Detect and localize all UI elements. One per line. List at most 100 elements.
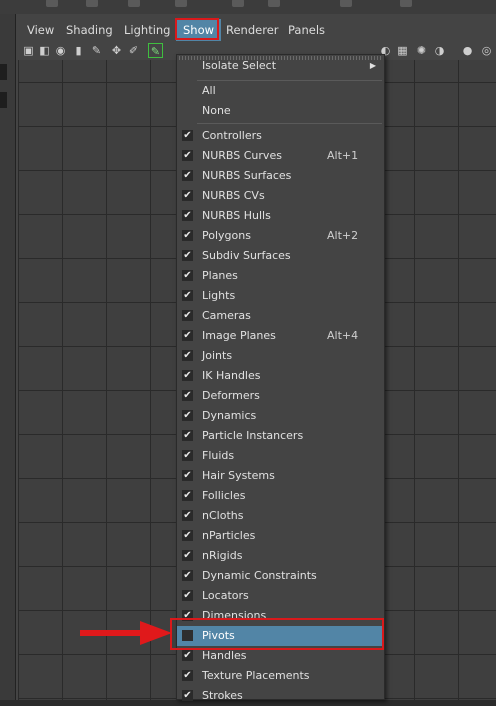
checkmark-icon[interactable]: ✔ bbox=[182, 650, 193, 661]
top-toolbar-icon[interactable] bbox=[400, 0, 412, 7]
menu-item-nurbs-surfaces[interactable]: ✔ NURBS Surfaces bbox=[177, 166, 384, 186]
submenu-arrow-icon: ▶ bbox=[369, 61, 376, 70]
camera-icon[interactable]: ▣ bbox=[21, 43, 36, 58]
menu-item-strokes[interactable]: ✔ Strokes bbox=[177, 686, 384, 706]
checkmark-icon[interactable]: ✔ bbox=[182, 230, 193, 241]
panel-menubar: View Shading Lighting Show Renderer Pane… bbox=[16, 19, 496, 41]
checkmark-icon[interactable]: ✔ bbox=[182, 130, 193, 141]
bookmark-icon[interactable]: ▮ bbox=[71, 43, 86, 58]
menu-item-label: Isolate Select bbox=[202, 59, 277, 72]
checkmark-icon[interactable]: ✔ bbox=[182, 530, 193, 541]
menu-item-planes[interactable]: ✔ Planes bbox=[177, 266, 384, 286]
top-toolbar-icon[interactable] bbox=[128, 0, 140, 7]
checkmark-icon[interactable]: ✔ bbox=[182, 250, 193, 261]
checkmark-icon[interactable]: ✔ bbox=[182, 270, 193, 281]
menu-item-nparticles[interactable]: ✔ nParticles bbox=[177, 526, 384, 546]
menu-lighting[interactable]: Lighting bbox=[117, 19, 177, 41]
menu-item-nurbs-curves[interactable]: ✔ NURBS Curves Alt+1 bbox=[177, 146, 384, 166]
checkmark-icon[interactable]: ✔ bbox=[182, 570, 193, 581]
menu-item-dynamic-constraints[interactable]: ✔ Dynamic Constraints bbox=[177, 566, 384, 586]
menu-item-shortcut: Alt+1 bbox=[327, 149, 359, 162]
transform-icon[interactable]: ✥ bbox=[109, 43, 124, 58]
menu-item-nrigids[interactable]: ✔ nRigids bbox=[177, 546, 384, 566]
menu-item-subdiv-surfaces[interactable]: ✔ Subdiv Surfaces bbox=[177, 246, 384, 266]
checkmark-icon[interactable]: ✔ bbox=[182, 350, 193, 361]
menu-item-nurbs-hulls[interactable]: ✔ NURBS Hulls bbox=[177, 206, 384, 226]
checkmark-icon[interactable]: ✔ bbox=[182, 470, 193, 481]
menu-item-all[interactable]: All bbox=[177, 81, 384, 101]
left-side-strip bbox=[0, 14, 16, 700]
show-menu-dropdown: Isolate Select ▶ All None ✔ Controllers ✔ N… bbox=[176, 54, 385, 702]
menu-item-deformers[interactable]: ✔ Deformers bbox=[177, 386, 384, 406]
checkmark-icon[interactable]: ✔ bbox=[182, 170, 193, 181]
checker-icon[interactable]: ▦ bbox=[395, 43, 410, 58]
grease-pencil-icon[interactable]: ✐ bbox=[126, 43, 141, 58]
checkmark-icon[interactable]: ✔ bbox=[182, 510, 193, 521]
top-toolbar-icon[interactable] bbox=[46, 0, 58, 7]
checkmark-icon[interactable]: ✔ bbox=[182, 210, 193, 221]
menu-item-shortcut: Alt+4 bbox=[327, 329, 359, 342]
side-tab[interactable] bbox=[0, 92, 7, 108]
checkmark-icon[interactable]: ✔ bbox=[182, 330, 193, 341]
menu-item-nurbs-cvs[interactable]: ✔ NURBS CVs bbox=[177, 186, 384, 206]
checkmark-icon[interactable]: ✔ bbox=[182, 690, 193, 701]
window-top-strip bbox=[0, 0, 496, 14]
light-icon[interactable]: ✺ bbox=[414, 43, 429, 58]
menu-item-follicles[interactable]: ✔ Follicles bbox=[177, 486, 384, 506]
grease-pencil-active-icon[interactable]: ✎ bbox=[148, 43, 163, 58]
menu-item-lights[interactable]: ✔ Lights bbox=[177, 286, 384, 306]
checkmark-icon[interactable]: ✔ bbox=[182, 430, 193, 441]
menu-shading[interactable]: Shading bbox=[59, 19, 120, 41]
menu-view[interactable]: View bbox=[20, 19, 61, 41]
menu-item-texture-placements[interactable]: ✔ Texture Placements bbox=[177, 666, 384, 686]
checkmark-icon[interactable]: ✔ bbox=[182, 490, 193, 501]
camera-attributes-icon[interactable]: ◉ bbox=[53, 43, 68, 58]
menu-item-ncloths[interactable]: ✔ nCloths bbox=[177, 506, 384, 526]
checkmark-icon[interactable]: ✔ bbox=[182, 590, 193, 601]
menu-panels[interactable]: Panels bbox=[281, 19, 332, 41]
checkmark-icon[interactable]: ✔ bbox=[182, 370, 193, 381]
checkmark-icon[interactable]: ✔ bbox=[182, 190, 193, 201]
shadow-icon[interactable]: ◑ bbox=[432, 43, 447, 58]
menu-item-label: nParticles bbox=[202, 529, 256, 542]
checkmark-icon[interactable]: ✔ bbox=[182, 670, 193, 681]
menu-item-none[interactable]: None bbox=[177, 101, 384, 121]
top-toolbar-icon[interactable] bbox=[340, 0, 352, 7]
menu-item-label: Hair Systems bbox=[202, 469, 275, 482]
lock-camera-icon[interactable]: ◧ bbox=[37, 43, 52, 58]
menu-item-ik-handles[interactable]: ✔ IK Handles bbox=[177, 366, 384, 386]
menu-item-image-planes[interactable]: ✔ Image Planes Alt+4 bbox=[177, 326, 384, 346]
menu-separator bbox=[197, 123, 382, 124]
menu-item-controllers[interactable]: ✔ Controllers bbox=[177, 126, 384, 146]
menu-item-label: Particle Instancers bbox=[202, 429, 304, 442]
top-toolbar-icon[interactable] bbox=[268, 0, 280, 7]
top-toolbar-icon[interactable] bbox=[86, 0, 98, 7]
menu-item-fluids[interactable]: ✔ Fluids bbox=[177, 446, 384, 466]
top-toolbar-icon[interactable] bbox=[232, 0, 244, 7]
checkmark-icon[interactable]: ✔ bbox=[182, 310, 193, 321]
menu-item-particle-instancers[interactable]: ✔ Particle Instancers bbox=[177, 426, 384, 446]
checkmark-icon[interactable]: ✔ bbox=[182, 290, 193, 301]
checkmark-icon[interactable]: ✔ bbox=[182, 150, 193, 161]
checkmark-icon[interactable]: ✔ bbox=[182, 390, 193, 401]
checkmark-icon[interactable]: ✔ bbox=[182, 410, 193, 421]
menu-item-label: Strokes bbox=[202, 689, 243, 702]
pen-icon[interactable]: ✎ bbox=[89, 43, 104, 58]
top-toolbar-icon[interactable] bbox=[175, 0, 187, 7]
menu-item-joints[interactable]: ✔ Joints bbox=[177, 346, 384, 366]
menu-item-label: NURBS Hulls bbox=[202, 209, 271, 222]
checkmark-icon[interactable]: ✔ bbox=[182, 550, 193, 561]
menu-item-dynamics[interactable]: ✔ Dynamics bbox=[177, 406, 384, 426]
menu-item-label: Subdiv Surfaces bbox=[202, 249, 291, 262]
display-icon[interactable]: ◎ bbox=[479, 43, 494, 58]
sphere-icon[interactable]: ● bbox=[460, 43, 475, 58]
menu-item-label: IK Handles bbox=[202, 369, 261, 382]
menu-item-locators[interactable]: ✔ Locators bbox=[177, 586, 384, 606]
menu-item-polygons[interactable]: ✔ Polygons Alt+2 bbox=[177, 226, 384, 246]
checkmark-icon[interactable]: ✔ bbox=[182, 450, 193, 461]
menu-item-cameras[interactable]: ✔ Cameras bbox=[177, 306, 384, 326]
menu-renderer[interactable]: Renderer bbox=[219, 19, 286, 41]
side-tab[interactable] bbox=[0, 64, 7, 80]
menu-item-isolate-select[interactable]: Isolate Select ▶ bbox=[177, 56, 384, 76]
menu-item-hair-systems[interactable]: ✔ Hair Systems bbox=[177, 466, 384, 486]
